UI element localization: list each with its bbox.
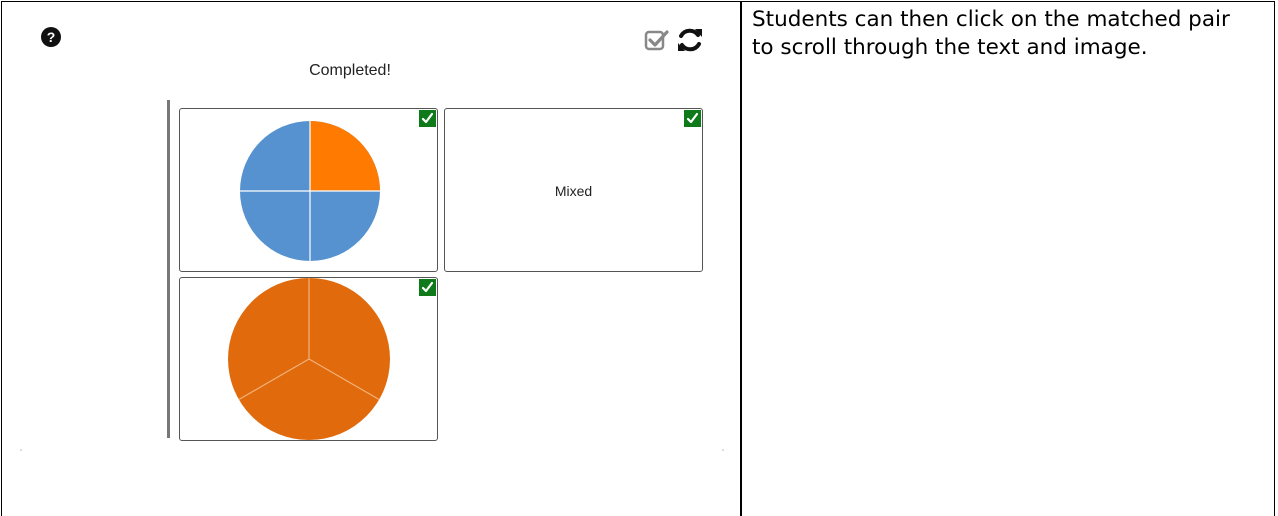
divider-dot	[722, 449, 724, 451]
checkmark-icon	[684, 110, 701, 127]
completion-status: Completed!	[309, 62, 391, 79]
svg-text:?: ?	[47, 29, 56, 45]
thirds-pie-image	[228, 278, 390, 440]
instruction-text: Students can then click on the matched p…	[752, 7, 1230, 60]
card-label: Mixed	[554, 183, 593, 199]
column-divider	[740, 1, 742, 516]
check-all-icon[interactable]	[644, 28, 670, 52]
help-icon[interactable]: ?	[40, 26, 62, 48]
reset-icon[interactable]	[676, 26, 704, 54]
quarter-pie-image	[240, 121, 380, 261]
checkmark-icon	[419, 279, 436, 296]
match-card-quarter-pie[interactable]	[179, 108, 438, 272]
match-card-text[interactable]: Mixed	[444, 108, 703, 272]
scroll-bar[interactable]	[167, 100, 170, 438]
divider-dot	[20, 449, 22, 451]
checkmark-icon	[419, 110, 436, 127]
match-card-thirds-pie[interactable]	[179, 277, 438, 441]
